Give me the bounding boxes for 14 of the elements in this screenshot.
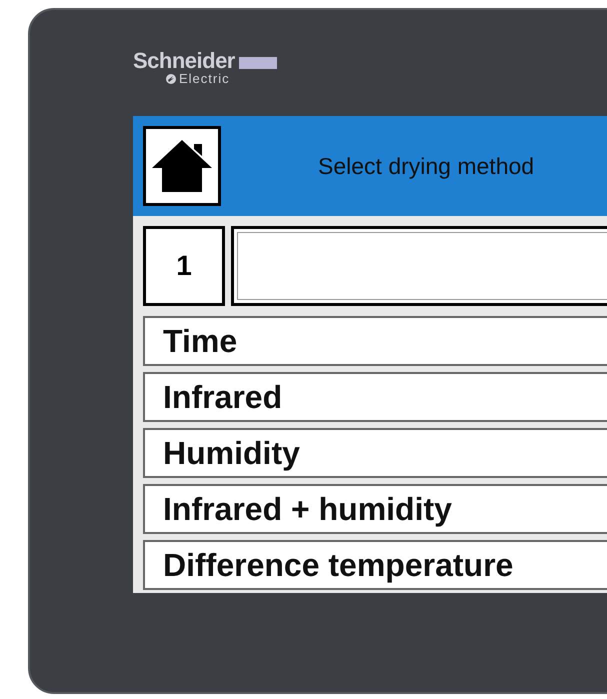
brand-subtitle: Electric [179,71,230,86]
logo-mark-icon [165,72,177,84]
method-option[interactable]: Time [143,316,607,366]
method-option[interactable]: Difference temperature [143,540,607,590]
method-option[interactable]: Infrared + humidity [143,484,607,534]
screen-title: Select drying method [318,152,534,180]
method-number-field[interactable]: 1 [143,226,225,306]
home-icon [150,138,214,194]
brand-name: Schneider [133,48,235,74]
logo-bar-icon [238,57,277,69]
method-option[interactable]: Infrared [143,372,607,422]
home-button[interactable] [143,126,221,206]
method-value-field[interactable] [231,226,607,306]
method-option[interactable]: Humidity [143,428,607,478]
